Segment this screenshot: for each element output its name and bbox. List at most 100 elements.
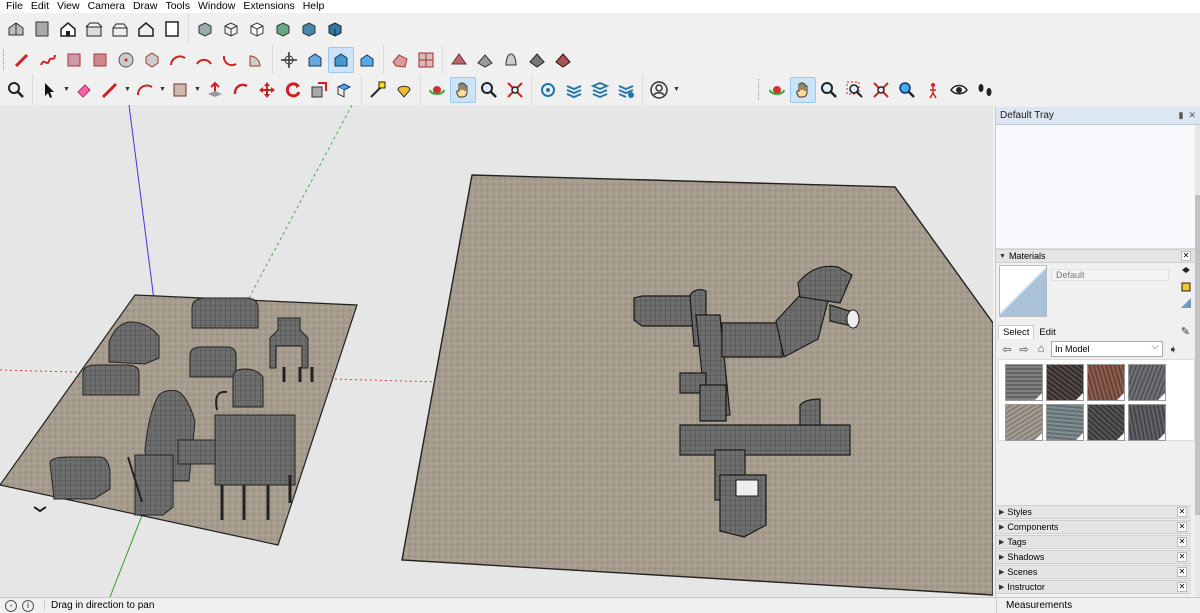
two-point-arc-button[interactable] (191, 47, 217, 73)
tray-scrollbar[interactable] (1195, 125, 1200, 597)
hidden-line-button[interactable] (244, 16, 270, 42)
paint-button[interactable] (391, 77, 417, 103)
line-tool-main-button[interactable] (97, 77, 123, 103)
menu-help[interactable]: Help (299, 0, 329, 13)
details-arrow-icon[interactable]: ➧ (1166, 343, 1180, 356)
material-swatch[interactable] (1128, 364, 1166, 401)
instructor-panel-header[interactable]: ▶ Instructor ✕ (996, 580, 1191, 594)
close-tags-icon[interactable]: ✕ (1177, 537, 1187, 547)
offset-tool-button[interactable] (328, 46, 354, 73)
orbit-button[interactable] (424, 77, 450, 103)
shadows-panel-header[interactable]: ▶ Shadows ✕ (996, 550, 1191, 564)
menu-file[interactable]: File (2, 0, 27, 13)
tab-edit[interactable]: Edit (1034, 325, 1060, 339)
tab-select[interactable]: Select (998, 325, 1035, 339)
look-around-button[interactable] (946, 77, 972, 103)
drape-button[interactable] (498, 47, 524, 73)
current-material-swatch[interactable] (999, 265, 1047, 317)
material-swatch[interactable] (1087, 364, 1125, 401)
paint-bucket-icon[interactable] (1180, 265, 1192, 277)
shape-tool-button[interactable] (167, 77, 193, 103)
material-swatch[interactable] (1046, 404, 1084, 441)
rotate-button[interactable] (280, 77, 306, 103)
polygon-tool-button[interactable] (139, 47, 165, 73)
rotated-rectangle-button[interactable] (87, 47, 113, 73)
top-view-button[interactable] (29, 16, 55, 42)
previous-view-button[interactable] (894, 77, 920, 103)
material-swatch[interactable] (1005, 364, 1043, 401)
move-tool-button[interactable] (276, 47, 302, 73)
section-fill-button[interactable] (613, 77, 639, 103)
menu-camera[interactable]: Camera (84, 0, 129, 13)
left-view-button[interactable] (133, 16, 159, 42)
material-swatch[interactable] (1128, 404, 1166, 441)
pin-icon[interactable]: ▮ (1179, 110, 1184, 121)
position-camera-button[interactable] (920, 77, 946, 103)
rectangle-tool-button[interactable] (61, 47, 87, 73)
stamp-button[interactable] (472, 47, 498, 73)
three-point-arc-button[interactable] (217, 47, 243, 73)
zoom-camera-button[interactable] (816, 77, 842, 103)
select-tool-button[interactable] (36, 77, 62, 103)
eyedropper-icon[interactable]: ✎ (1181, 325, 1190, 338)
pie-tool-button[interactable] (243, 47, 269, 73)
zoom-button[interactable] (476, 77, 502, 103)
wireframe-button[interactable] (218, 16, 244, 42)
section-cut-button[interactable] (587, 77, 613, 103)
close-components-icon[interactable]: ✕ (1177, 522, 1187, 532)
create-material-icon[interactable] (1180, 281, 1192, 293)
material-swatch[interactable] (1087, 404, 1125, 441)
arc-dropdown[interactable]: ▼ (158, 77, 167, 103)
sandbox-contours-button[interactable] (387, 47, 413, 73)
close-styles-icon[interactable]: ✕ (1177, 507, 1187, 517)
shape-dropdown[interactable]: ▼ (193, 77, 202, 103)
materials-panel-header[interactable]: ▼ Materials ✕ (996, 249, 1195, 263)
select-dropdown[interactable]: ▼ (62, 77, 71, 103)
account-button[interactable] (646, 77, 672, 103)
menu-draw[interactable]: Draw (129, 0, 162, 13)
back-view-button[interactable] (107, 16, 133, 42)
arc-tool-button[interactable] (165, 47, 191, 73)
tags-panel-header[interactable]: ▶ Tags ✕ (996, 535, 1191, 549)
close-tray-icon[interactable]: ✕ (1188, 110, 1196, 121)
xray-button[interactable] (192, 16, 218, 42)
iso-view-button[interactable] (3, 16, 29, 42)
tape-measure-button[interactable] (365, 77, 391, 103)
search-button[interactable] (3, 77, 29, 103)
components-panel-header[interactable]: ▶ Components ✕ (996, 520, 1191, 534)
material-swatch[interactable] (1005, 404, 1043, 441)
eraser-tool-button[interactable] (71, 77, 97, 103)
walk-button[interactable] (972, 77, 998, 103)
right-view-button[interactable] (81, 16, 107, 42)
bottom-view-button[interactable] (159, 16, 185, 42)
model-viewport[interactable] (0, 105, 993, 597)
styles-panel-header[interactable]: ▶ Styles ✕ (996, 505, 1191, 519)
orbit-camera-button[interactable] (764, 77, 790, 103)
offset-main-button[interactable] (228, 77, 254, 103)
push-pull-button[interactable] (302, 47, 328, 73)
freehand-tool-button[interactable] (35, 47, 61, 73)
back-arrow-icon[interactable]: ⇦ (1000, 343, 1014, 356)
info-icon[interactable]: i (22, 599, 34, 612)
menu-window[interactable]: Window (194, 0, 239, 13)
sandbox-scratch-button[interactable] (413, 47, 439, 73)
pan-button[interactable] (450, 76, 476, 103)
measurements-box[interactable]: Measurements (996, 598, 1200, 613)
toolbar-grip-2[interactable] (758, 78, 762, 101)
circle-tool-button[interactable] (113, 47, 139, 73)
line-tool-button[interactable] (9, 47, 35, 73)
scale-button[interactable] (306, 77, 332, 103)
zoom-extents-camera-button[interactable] (868, 77, 894, 103)
flip-edge-button[interactable] (550, 47, 576, 73)
front-view-button[interactable] (55, 16, 81, 42)
follow-me-button[interactable] (354, 47, 380, 73)
library-select[interactable]: In Model (1051, 340, 1163, 357)
zoom-window-button[interactable] (842, 77, 868, 103)
close-instructor-icon[interactable]: ✕ (1177, 582, 1187, 592)
shaded-button[interactable] (270, 16, 296, 42)
tray-scroll-thumb[interactable] (1195, 195, 1200, 515)
material-name-field[interactable]: Default (1051, 269, 1169, 281)
push-pull-main-button[interactable] (202, 77, 228, 103)
account-dropdown[interactable]: ▼ (672, 77, 681, 103)
forward-arrow-icon[interactable]: ⇨ (1017, 343, 1031, 356)
